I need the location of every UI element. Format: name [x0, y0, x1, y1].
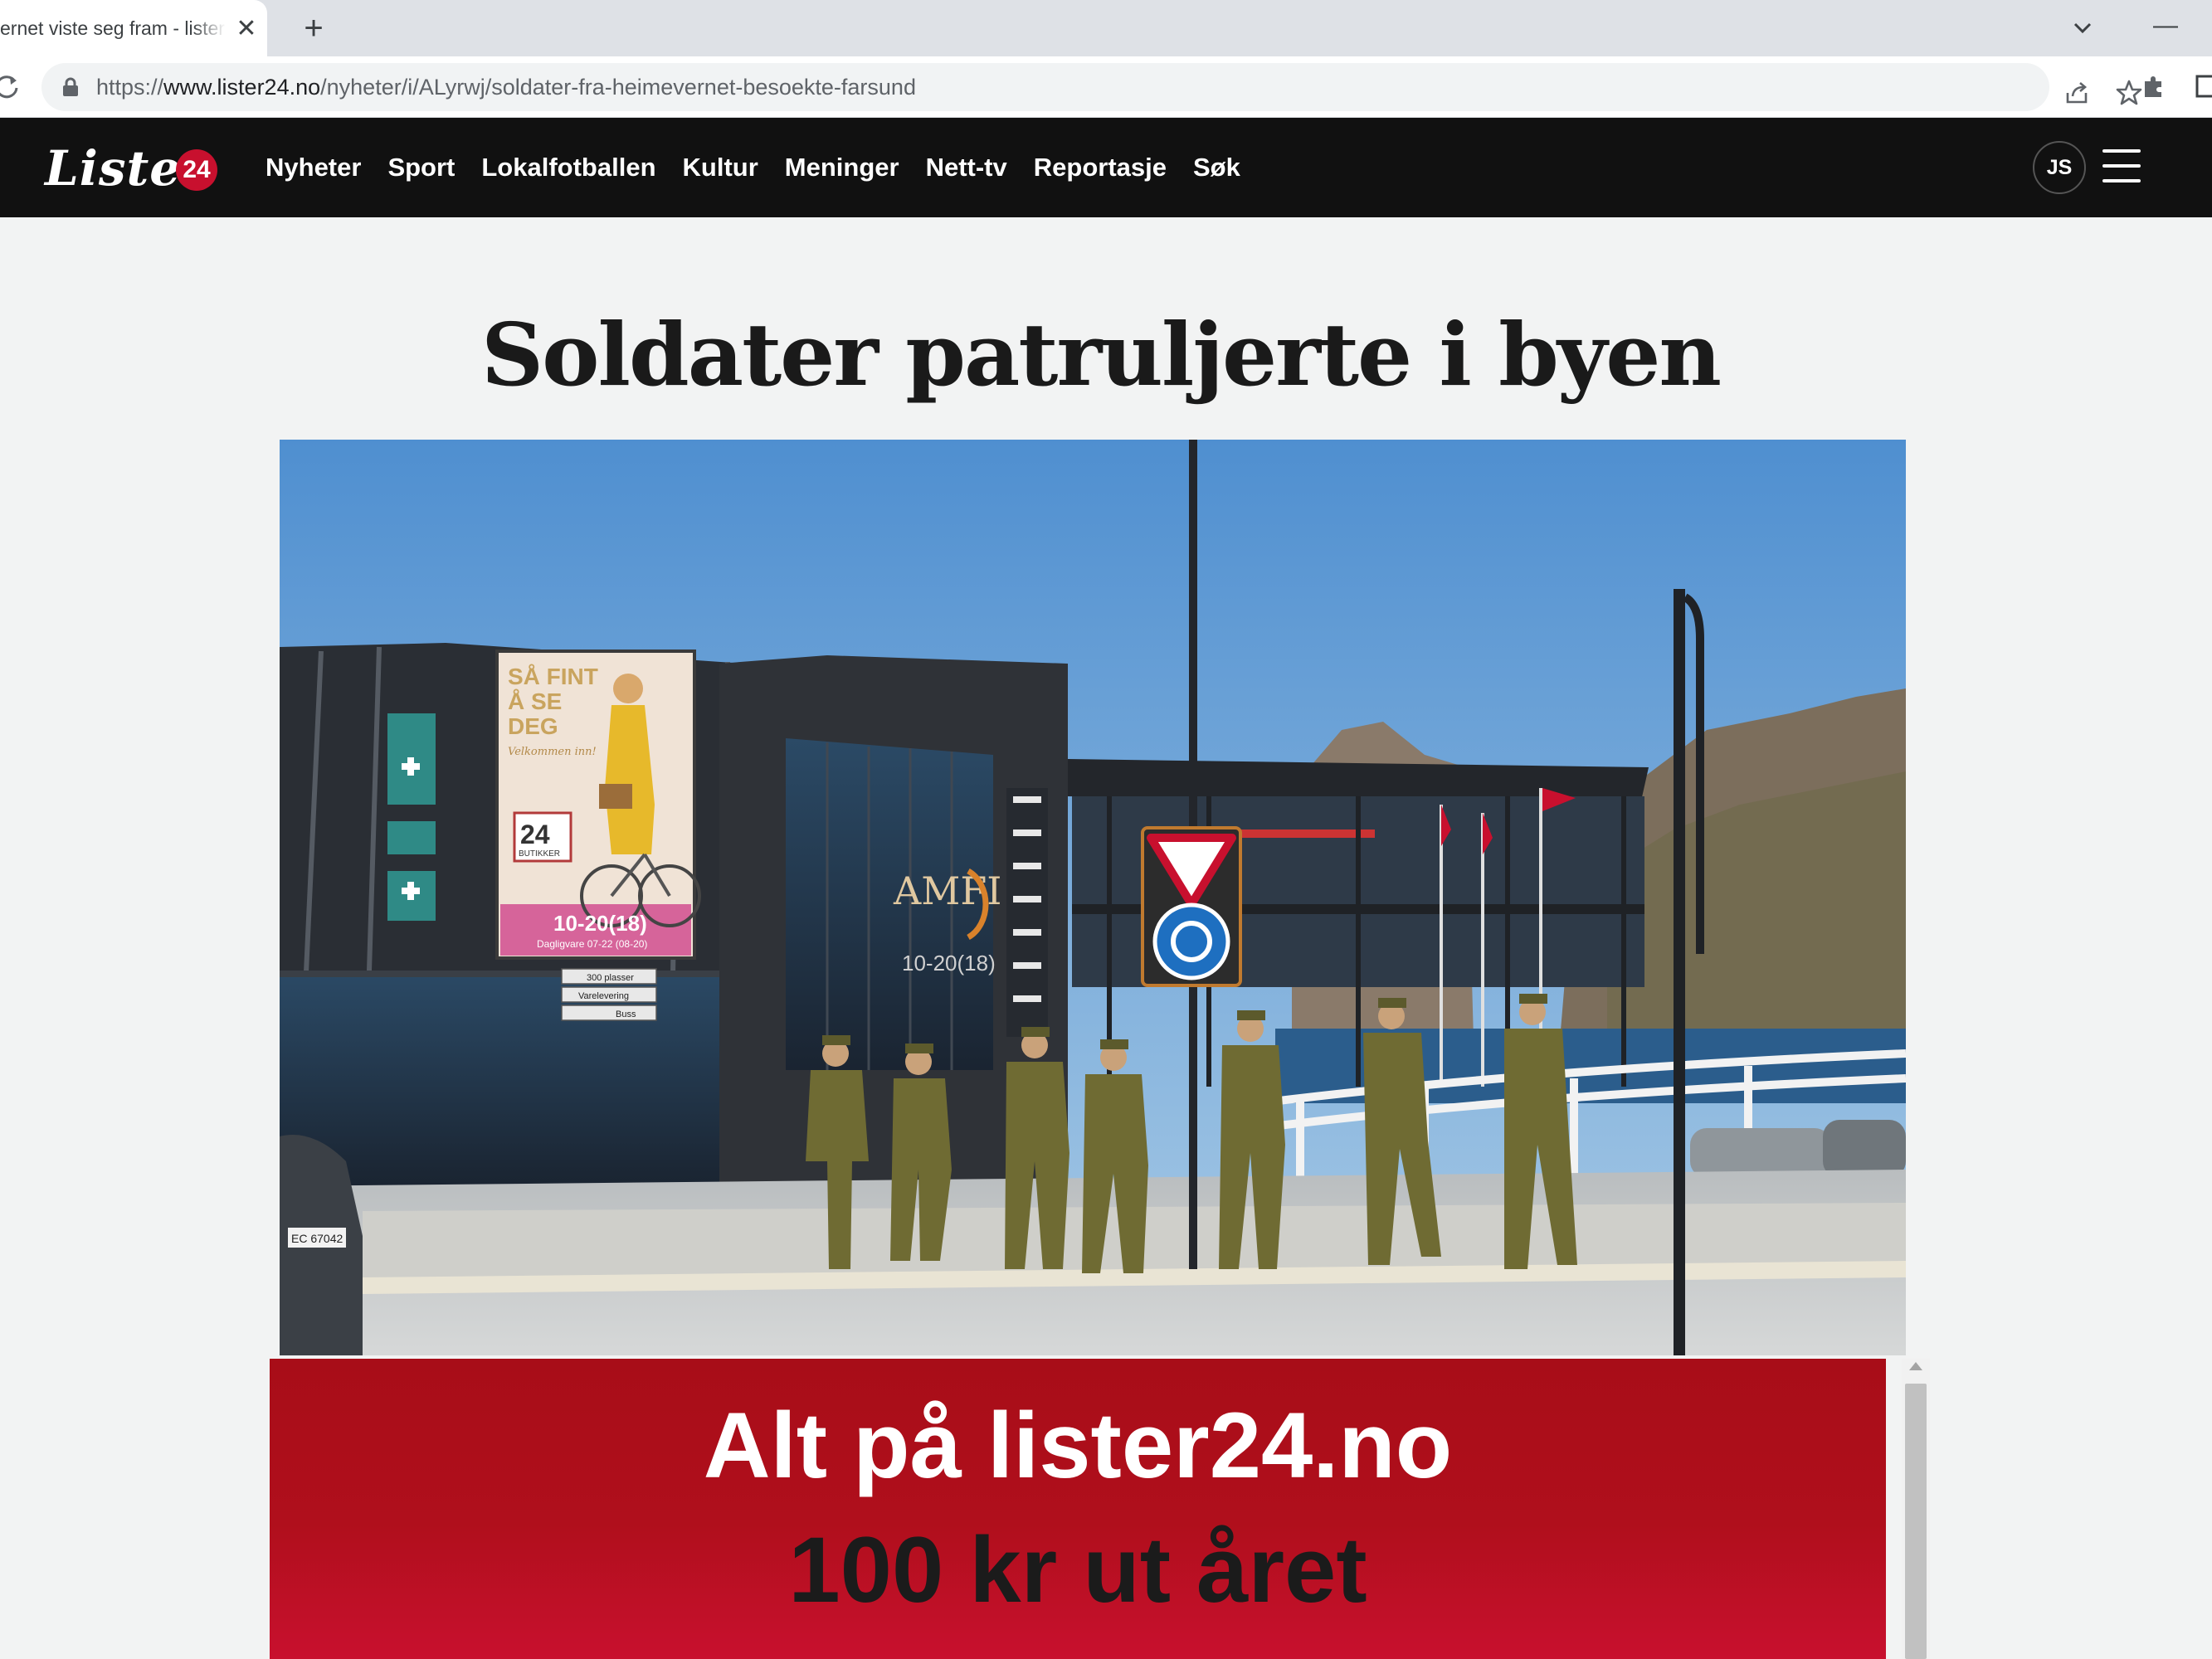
- paywall-title: Alt på lister24.no: [703, 1394, 1453, 1497]
- sign-delivery: Varelevering: [578, 991, 629, 1001]
- side-panel-icon[interactable]: [2194, 71, 2212, 101]
- sign-bus: Buss: [616, 1010, 636, 1019]
- scroll-up-arrow-icon[interactable]: [1909, 1362, 1922, 1370]
- url-host: www.lister24.no: [163, 75, 321, 100]
- nav-item-nyheter[interactable]: Nyheter: [266, 153, 361, 182]
- banner-text-line-3: DEG: [508, 713, 558, 739]
- extensions-puzzle-icon[interactable]: [2137, 70, 2171, 103]
- reload-icon[interactable]: [0, 70, 23, 103]
- paywall-price: 100 kr ut året: [788, 1518, 1367, 1622]
- banner-badge: 24: [520, 820, 550, 849]
- browser-tab-strip: ernet viste seg fram - lister24.no ✕ + —: [0, 0, 2212, 56]
- main-nav: Nyheter Sport Lokalfotballen Kultur Meni…: [266, 118, 1240, 217]
- banner-text-line-2: Å SE: [508, 688, 562, 714]
- url-scheme: https://: [96, 75, 164, 100]
- article-headline: Soldater patruljerte i byen: [481, 304, 1722, 406]
- nav-item-sport[interactable]: Sport: [387, 153, 455, 182]
- banner-hours: 10-20(18): [553, 911, 647, 936]
- nav-item-reportasje[interactable]: Reportasje: [1034, 153, 1167, 182]
- logo-badge: 24: [176, 149, 217, 191]
- banner-badge-sub: BUTIKKER: [519, 849, 560, 859]
- nav-item-sok[interactable]: Søk: [1193, 153, 1240, 182]
- tab-search-chevron-down-icon[interactable]: [2066, 12, 2099, 45]
- hamburger-menu-icon[interactable]: [2102, 149, 2141, 186]
- banner-script-text: Velkommen inn!: [508, 746, 597, 758]
- lock-icon[interactable]: [61, 77, 80, 97]
- site-header: Lister 24 Nyheter Sport Lokalfotballen K…: [0, 118, 2212, 217]
- car-plate: EC 67042: [291, 1232, 343, 1245]
- sign-parking: 300 plasser: [587, 973, 634, 983]
- banner-hours-sub: Dagligvare 07-22 (08-20): [537, 938, 647, 950]
- browser-toolbar: https://www.lister24.no/nyheter/i/ALyrwj…: [0, 56, 2212, 118]
- new-tab-button[interactable]: +: [295, 10, 332, 46]
- tab-title: ernet viste seg fram - lister24.no: [0, 15, 226, 41]
- tab-close-icon[interactable]: ✕: [234, 17, 259, 41]
- address-bar[interactable]: https://www.lister24.no/nyheter/i/ALyrwj…: [41, 63, 2142, 111]
- nav-item-meninger[interactable]: Meninger: [785, 153, 899, 182]
- banner-text-line-1: SÅ FINT: [508, 664, 598, 689]
- window-minimize-button[interactable]: —: [2149, 12, 2182, 45]
- url-text[interactable]: https://www.lister24.no/nyheter/i/ALyrwj…: [96, 74, 916, 100]
- user-avatar[interactable]: JS: [2033, 141, 2086, 194]
- article-photo[interactable]: SÅ FINT Å SE DEG Velkommen inn! 24 BUTIK…: [280, 440, 1906, 1355]
- url-path: /nyheter/i/ALyrwj/soldater-fra-heimevern…: [320, 75, 916, 100]
- facade-hours: 10-20(18): [902, 951, 996, 975]
- share-icon[interactable]: [2061, 76, 2094, 109]
- nav-item-lokalfotballen[interactable]: Lokalfotballen: [481, 153, 655, 182]
- browser-tab-active[interactable]: ernet viste seg fram - lister24.no ✕: [0, 0, 267, 56]
- paywall-banner[interactable]: Alt på lister24.no 100 kr ut året: [270, 1359, 1886, 1659]
- scroll-thumb[interactable]: [1905, 1384, 1927, 1659]
- paywall-scrollbar[interactable]: [1902, 1359, 1930, 1659]
- nav-item-nett-tv[interactable]: Nett-tv: [926, 153, 1007, 182]
- nav-item-kultur[interactable]: Kultur: [683, 153, 758, 182]
- site-logo[interactable]: Lister 24: [45, 141, 227, 196]
